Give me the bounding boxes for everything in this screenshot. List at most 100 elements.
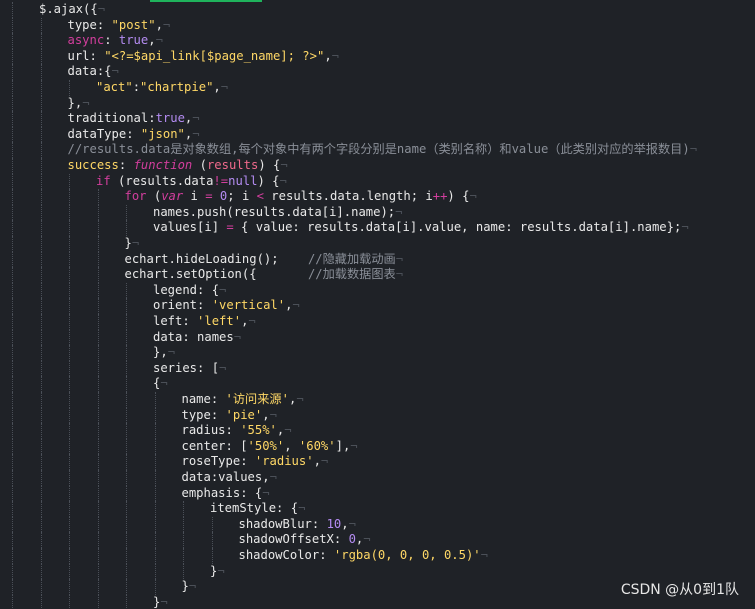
indent-guide bbox=[69, 329, 70, 346]
code-line[interactable]: type: 'pie',¬ bbox=[0, 407, 755, 424]
code-line[interactable]: //results.data是对象数组,每个对象中有两个字段分别是name（类别… bbox=[0, 142, 755, 158]
indent-guide bbox=[126, 423, 127, 439]
code-line[interactable]: async: true,¬ bbox=[0, 33, 755, 49]
code-line[interactable]: values[i] = { value: results.data[i].val… bbox=[0, 220, 755, 236]
code-token: "json" bbox=[140, 126, 185, 141]
code-line[interactable]: "act":"chartpie",¬ bbox=[0, 80, 755, 96]
code-line[interactable]: }¬ bbox=[0, 563, 755, 580]
code-line[interactable]: echart.hideLoading(); //隐藏加载动画¬ bbox=[0, 251, 755, 268]
code-line[interactable]: $.ajax({¬ bbox=[0, 2, 755, 18]
code-line[interactable]: emphasis: {¬ bbox=[0, 485, 755, 502]
csdn-watermark: CSDN @从0到1队 bbox=[620, 582, 739, 598]
indent-guide bbox=[12, 298, 13, 314]
code-line[interactable]: },¬ bbox=[0, 95, 755, 112]
indent-guide bbox=[69, 470, 70, 486]
code-token: ; i bbox=[227, 189, 257, 204]
code-line[interactable]: data: names¬ bbox=[0, 329, 755, 346]
code-token: radius: bbox=[181, 423, 241, 438]
code-line[interactable]: success: function (results) {¬ bbox=[0, 158, 755, 174]
line-end-marker: ¬ bbox=[298, 501, 306, 516]
line-end-marker: ¬ bbox=[689, 142, 698, 157]
indent-guide bbox=[69, 407, 70, 424]
code-line[interactable]: dataType: "json",¬ bbox=[0, 126, 755, 143]
indent-guide bbox=[126, 329, 127, 346]
line-end-marker: ¬ bbox=[217, 563, 225, 578]
indent-guide bbox=[12, 579, 13, 595]
code-text: data:values,¬ bbox=[182, 470, 277, 486]
indent-guide bbox=[97, 438, 99, 455]
indent-guide bbox=[40, 516, 42, 533]
indent-guide bbox=[126, 438, 127, 455]
code-token: , bbox=[313, 454, 321, 469]
code-token: { value: results.data[i].value, name: re… bbox=[233, 220, 682, 235]
code-line[interactable]: roseType: 'radius',¬ bbox=[0, 454, 755, 470]
line-end-marker: ¬ bbox=[162, 17, 171, 32]
code-token: results bbox=[206, 158, 259, 172]
code-line[interactable]: echart.setOption({ //加载数据图表¬ bbox=[0, 267, 755, 283]
code-token: "<?=$api_link[$page_name]; ?>" bbox=[104, 48, 325, 63]
code-line[interactable]: left: 'left',¬ bbox=[0, 314, 755, 330]
code-line[interactable]: shadowColor: 'rgba(0, 0, 0, 0.5)'¬ bbox=[0, 548, 755, 564]
indent-guide bbox=[154, 579, 156, 595]
indent-guide bbox=[126, 454, 127, 470]
code-line[interactable]: traditional:true,¬ bbox=[0, 111, 755, 127]
code-line[interactable]: if (results.data!=null) {¬ bbox=[0, 173, 755, 190]
code-text: itemStyle: {¬ bbox=[210, 501, 305, 517]
line-end-marker: ¬ bbox=[160, 376, 168, 391]
code-line[interactable]: type: "post",¬ bbox=[0, 17, 755, 34]
code-line[interactable]: shadowBlur: 10,¬ bbox=[0, 516, 755, 533]
indent-guide bbox=[40, 142, 42, 158]
code-line[interactable]: orient: 'vertical',¬ bbox=[0, 298, 755, 314]
code-text: },¬ bbox=[153, 345, 175, 361]
indent-guide bbox=[12, 158, 13, 174]
code-line[interactable]: data:{¬ bbox=[0, 64, 755, 80]
indent-guide bbox=[40, 485, 42, 502]
code-line[interactable]: name: '访问来源',¬ bbox=[0, 392, 755, 408]
code-text: success: function (results) {¬ bbox=[68, 158, 288, 174]
indent-guide bbox=[12, 501, 13, 517]
code-token: "chartpie" bbox=[140, 80, 214, 94]
code-line[interactable]: center: ['50%', '60%'],¬ bbox=[0, 438, 755, 455]
line-end-marker: ¬ bbox=[348, 516, 356, 531]
code-token: , bbox=[148, 33, 156, 48]
code-token: data: names bbox=[153, 329, 234, 344]
code-text: traditional:true,¬ bbox=[68, 111, 200, 127]
indent-guide bbox=[40, 80, 42, 96]
indent-guide bbox=[40, 220, 42, 236]
indent-guide bbox=[97, 251, 99, 268]
indent-guide bbox=[154, 485, 156, 502]
code-token: '50%' bbox=[247, 438, 285, 453]
code-line[interactable]: data:values,¬ bbox=[0, 470, 755, 486]
code-line[interactable]: {¬ bbox=[0, 376, 755, 392]
indent-guide bbox=[12, 64, 13, 80]
code-line[interactable]: for (var i = 0; i < results.data.length;… bbox=[0, 189, 755, 205]
indent-guide bbox=[40, 17, 42, 34]
code-token: values[i] bbox=[153, 220, 227, 235]
indent-guide bbox=[154, 423, 156, 439]
code-line[interactable]: }¬ bbox=[0, 236, 755, 252]
indent-guide bbox=[69, 501, 70, 517]
code-line[interactable]: radius: '55%',¬ bbox=[0, 423, 755, 439]
line-end-marker: ¬ bbox=[395, 267, 404, 282]
code-line[interactable]: },¬ bbox=[0, 345, 755, 361]
code-text: }¬ bbox=[125, 236, 140, 252]
indent-guide bbox=[69, 516, 70, 533]
code-token: != bbox=[213, 173, 229, 188]
code-line[interactable]: shadowOffsetX: 0,¬ bbox=[0, 532, 755, 548]
code-line[interactable]: series: [¬ bbox=[0, 360, 755, 377]
code-token: var bbox=[161, 189, 184, 204]
indent-guide bbox=[97, 392, 99, 408]
code-token: '60%' bbox=[298, 438, 336, 453]
code-line[interactable]: names.push(results.data[i].name);¬ bbox=[0, 204, 755, 221]
code-token: , bbox=[324, 48, 332, 63]
code-token: shadowColor: bbox=[238, 548, 334, 562]
code-token: 'pie' bbox=[225, 407, 263, 422]
code-line[interactable]: itemStyle: {¬ bbox=[0, 501, 755, 517]
code-line[interactable]: url: "<?=$api_link[$page_name]; ?>",¬ bbox=[0, 48, 755, 65]
indent-guide bbox=[12, 454, 13, 470]
line-end-marker: ¬ bbox=[233, 329, 242, 344]
code-line[interactable]: legend: {¬ bbox=[0, 282, 755, 299]
indent-guide bbox=[183, 563, 184, 580]
code-editor[interactable]: $.ajax({¬ type: "post",¬ async: true,¬ url:… bbox=[0, 0, 755, 609]
indent-guide bbox=[97, 236, 99, 252]
